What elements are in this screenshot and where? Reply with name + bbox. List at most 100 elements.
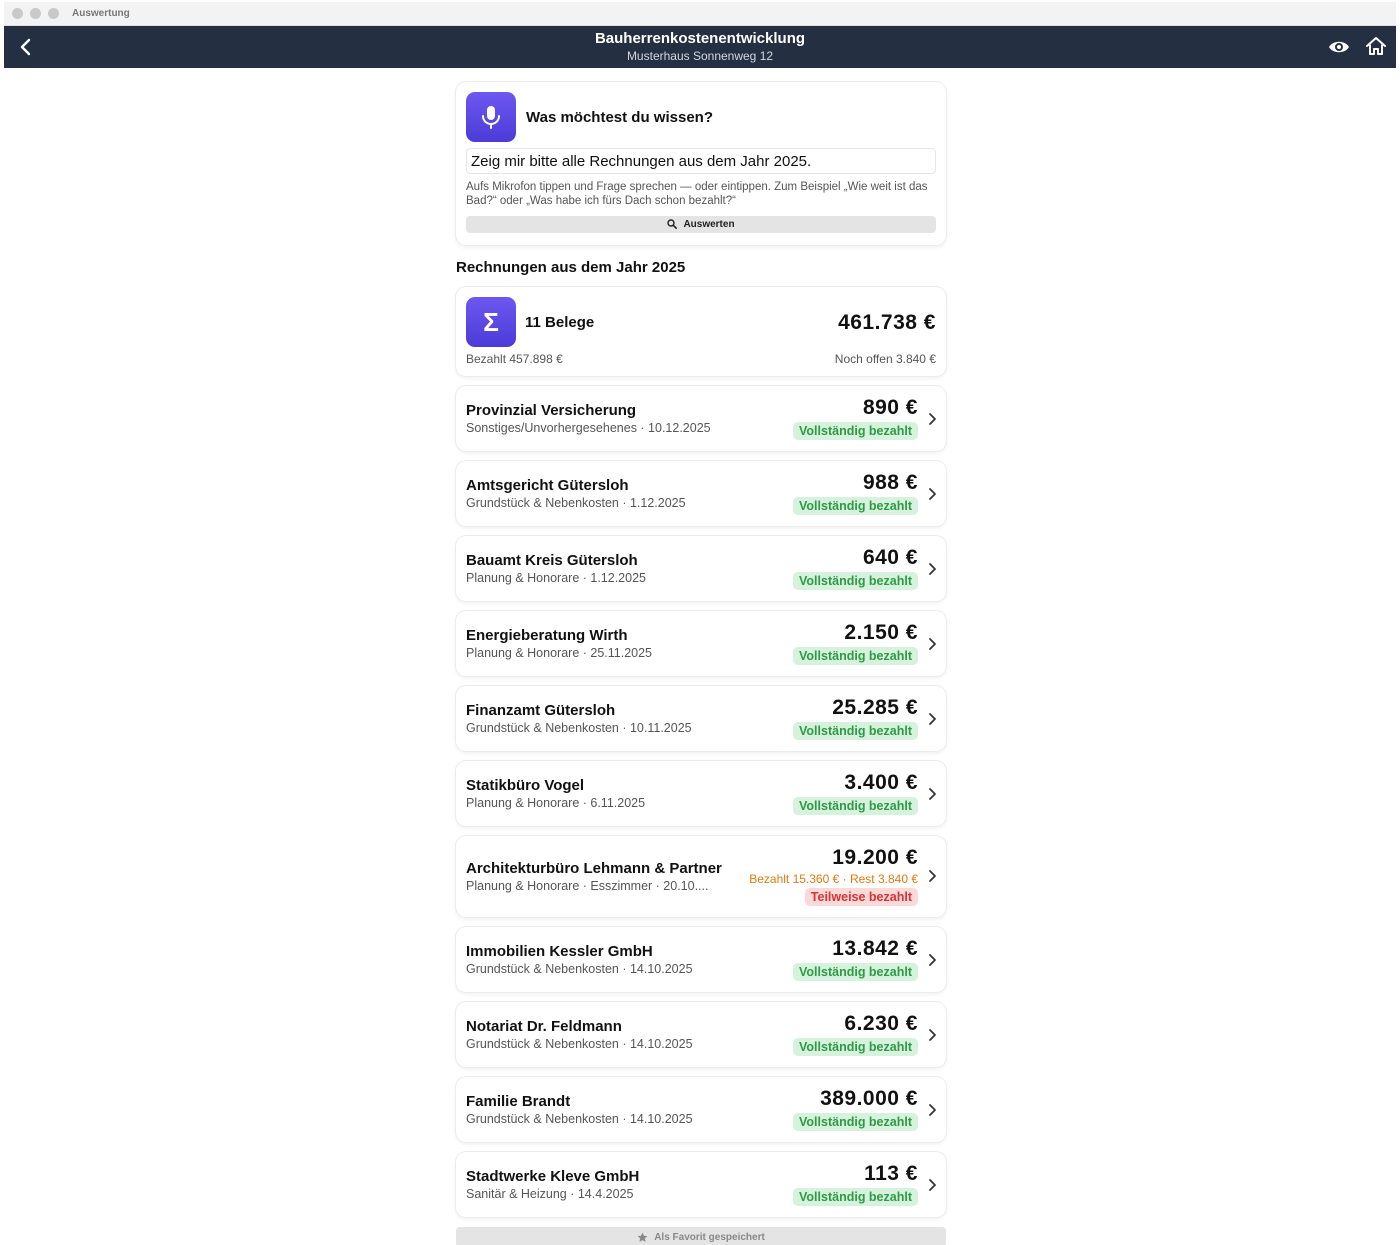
- back-chevron-icon[interactable]: [16, 37, 36, 57]
- invoice-card[interactable]: Finanzamt Gütersloh Grundstück & Nebenkos…: [456, 686, 946, 751]
- invoice-card[interactable]: Energieberatung Wirth Planung & Honorare …: [456, 611, 946, 676]
- invoice-category-date: Planung & Honorare · 6.11.2025: [466, 796, 646, 810]
- invoice-card[interactable]: Stadtwerke Kleve GmbH Sanitär & Heizung ·…: [456, 1152, 946, 1217]
- favorite-button[interactable]: Als Favorit gespeichert: [456, 1227, 946, 1245]
- invoice-amount: 640 €: [862, 546, 918, 569]
- sigma-icon: Σ: [466, 297, 516, 347]
- invoice-card[interactable]: Notariat Dr. Feldmann Grundstück & Nebenk…: [456, 1002, 946, 1067]
- chevron-right-icon: [929, 488, 936, 500]
- summary-paid: Bezahlt 457.898 €: [466, 352, 563, 366]
- window-titlebar: Auswertung: [4, 2, 1396, 26]
- invoice-vendor: Energieberatung Wirth: [466, 627, 628, 644]
- window-title: Auswertung: [72, 8, 130, 19]
- chevron-right-icon: [929, 1104, 936, 1116]
- invoice-card[interactable]: Statikbüro Vogel Planung & Honorare · 6.1…: [456, 761, 946, 826]
- invoice-category-date: Grundstück & Nebenkosten · 14.10.2025: [466, 962, 693, 976]
- status-badge: Vollständig bezahlt: [793, 722, 918, 740]
- invoice-card[interactable]: Familie Brandt Grundstück & Nebenkosten ·…: [456, 1077, 946, 1142]
- status-badge: Vollständig bezahlt: [793, 647, 918, 665]
- invoice-amount: 988 €: [862, 471, 918, 494]
- chevron-right-icon: [929, 638, 936, 650]
- search-icon: [667, 219, 678, 230]
- invoice-list: Provinzial Versicherung Sonstiges/Unvorhe…: [456, 386, 946, 1217]
- invoice-vendor: Statikbüro Vogel: [466, 777, 585, 794]
- section-title: Rechnungen aus dem Jahr 2025: [456, 259, 686, 276]
- invoice-amount: 3.400 €: [844, 771, 918, 794]
- status-badge: Vollständig bezahlt: [793, 963, 918, 981]
- main-content: Was möchtest du wissen? Aufs Mikrofon ti…: [456, 82, 946, 1245]
- summary-total: 461.738 €: [838, 311, 936, 334]
- invoice-amount: 13.842 €: [832, 937, 918, 960]
- invoice-category-date: Planung & Honorare · Esszimmer · 20.10..…: [466, 879, 709, 893]
- status-badge: Vollständig bezahlt: [793, 497, 918, 515]
- chevron-right-icon: [929, 1029, 936, 1041]
- microphone-button[interactable]: [466, 92, 516, 142]
- invoice-category-date: Planung & Honorare · 25.11.2025: [466, 646, 653, 660]
- favorite-label: Als Favorit gespeichert: [654, 1231, 765, 1243]
- microphone-icon: [482, 106, 500, 129]
- invoice-amount: 6.230 €: [844, 1012, 918, 1035]
- invoice-card[interactable]: Architekturbüro Lehmann & Partner Planung…: [456, 836, 946, 917]
- invoice-category-date: Grundstück & Nebenkosten · 1.12.2025: [466, 496, 686, 510]
- window-zoom-button[interactable]: [48, 8, 59, 19]
- chevron-right-icon: [929, 954, 936, 966]
- status-badge: Vollständig bezahlt: [793, 572, 918, 590]
- status-badge: Vollständig bezahlt: [793, 1038, 918, 1056]
- summary-card: Σ 11 Belege 461.738 € Bezahlt 457.898 € …: [456, 287, 946, 376]
- question-input[interactable]: [466, 148, 936, 174]
- invoice-card[interactable]: Provinzial Versicherung Sonstiges/Unvorhe…: [456, 386, 946, 451]
- summary-open: Noch offen 3.840 €: [834, 352, 936, 366]
- invoice-card[interactable]: Immobilien Kessler GmbH Grundstück & Nebe…: [456, 927, 946, 992]
- chevron-right-icon: [929, 788, 936, 800]
- ask-hint-text: Aufs Mikrofon tippen und Frage sprechen …: [466, 181, 928, 208]
- window-close-button[interactable]: [12, 8, 23, 19]
- status-badge: Vollständig bezahlt: [793, 422, 918, 440]
- invoice-category-date: Planung & Honorare · 1.12.2025: [466, 571, 646, 585]
- ask-card: Was möchtest du wissen? Aufs Mikrofon ti…: [456, 82, 946, 245]
- project-subtitle: Musterhaus Sonnenweg 12: [626, 49, 774, 64]
- invoice-category-date: Grundstück & Nebenkosten · 14.10.2025: [466, 1112, 693, 1126]
- window-minimize-button[interactable]: [30, 8, 41, 19]
- chevron-right-icon: [929, 870, 936, 882]
- home-icon[interactable]: [1366, 36, 1386, 56]
- page-title: Bauherrenkostenentwicklung: [594, 30, 806, 48]
- invoice-vendor: Provinzial Versicherung: [466, 402, 637, 419]
- invoice-vendor: Bauamt Kreis Gütersloh: [466, 552, 638, 569]
- invoice-paid-rest: Bezahlt 15.360 € · Rest 3.840 €: [749, 872, 918, 886]
- app-window: Auswertung Bauherrenkostenentwicklung Mu…: [4, 2, 1396, 1245]
- chevron-right-icon: [929, 563, 936, 575]
- navigation-bar: Bauherrenkostenentwicklung Musterhaus So…: [4, 26, 1396, 68]
- chevron-right-icon: [929, 1179, 936, 1191]
- ask-header: Was möchtest du wissen?: [466, 92, 936, 142]
- invoice-amount: 25.285 €: [832, 696, 918, 719]
- receipt-count: 11 Belege: [525, 313, 595, 331]
- invoice-amount: 19.200 €: [832, 846, 918, 869]
- status-badge: Vollständig bezahlt: [793, 1188, 918, 1206]
- status-badge: Teilweise bezahlt: [804, 888, 918, 906]
- chevron-right-icon: [929, 713, 936, 725]
- invoice-amount: 2.150 €: [844, 621, 918, 644]
- invoice-category-date: Sanitär & Heizung · 14.4.2025: [466, 1187, 634, 1201]
- invoice-category-date: Sonstiges/Unvorhergesehenes · 10.12.2025: [466, 421, 711, 435]
- invoice-vendor: Notariat Dr. Feldmann: [466, 1018, 622, 1035]
- invoice-amount: 389.000 €: [820, 1087, 918, 1110]
- status-badge: Vollständig bezahlt: [793, 1113, 918, 1131]
- invoice-card[interactable]: Bauamt Kreis Gütersloh Planung & Honorare…: [456, 536, 946, 601]
- invoice-amount: 113 €: [864, 1162, 918, 1185]
- invoice-vendor: Stadtwerke Kleve GmbH: [466, 1168, 640, 1185]
- evaluate-button-label: Auswerten: [683, 218, 735, 230]
- star-icon: [637, 1232, 648, 1242]
- invoice-amount: 890 €: [862, 396, 918, 419]
- invoice-vendor: Architekturbüro Lehmann & Partner: [466, 860, 722, 877]
- eye-icon[interactable]: [1328, 37, 1350, 57]
- invoice-vendor: Amtsgericht Gütersloh: [466, 477, 629, 494]
- evaluate-button[interactable]: Auswerten: [466, 215, 936, 233]
- nav-heading: Bauherrenkostenentwicklung Musterhaus So…: [595, 30, 805, 63]
- invoice-category-date: Grundstück & Nebenkosten · 10.11.2025: [466, 721, 692, 735]
- invoice-card[interactable]: Amtsgericht Gütersloh Grundstück & Nebenk…: [456, 461, 946, 526]
- invoice-vendor: Immobilien Kessler GmbH: [466, 943, 653, 960]
- status-badge: Vollständig bezahlt: [793, 797, 918, 815]
- chevron-right-icon: [929, 413, 936, 425]
- invoice-category-date: Grundstück & Nebenkosten · 14.10.2025: [466, 1037, 693, 1051]
- ask-title: Was möchtest du wissen?: [526, 108, 713, 126]
